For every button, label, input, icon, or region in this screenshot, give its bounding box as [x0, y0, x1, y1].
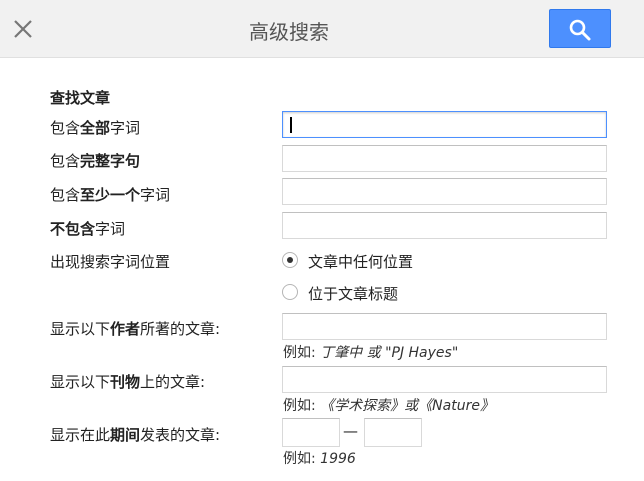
label-emphasis: 完整字句: [80, 152, 141, 170]
label-emphasis: 期间: [110, 426, 141, 444]
label-text: 字词: [95, 220, 126, 238]
exact-phrase-label: 包含完整字句: [50, 150, 140, 171]
without-words-label: 不包含字词: [50, 218, 125, 239]
section-title: 查找文章: [50, 89, 111, 107]
author-input[interactable]: [282, 313, 607, 340]
exact-phrase-input[interactable]: [282, 145, 607, 172]
date-hint: 例如: 1996: [283, 448, 356, 468]
hint-example: 《学术探索》或《Nature》: [320, 398, 494, 414]
label-text: 显示以下: [50, 373, 111, 391]
radio-anywhere[interactable]: [282, 252, 298, 268]
all-words-input[interactable]: [282, 111, 607, 138]
hint-prefix: 例如:: [283, 451, 316, 467]
publication-label: 显示以下刊物上的文章:: [50, 371, 205, 392]
label-emphasis: 刊物: [110, 373, 141, 391]
author-hint: 例如: 丁肇中 或 "PJ Hayes": [283, 342, 458, 362]
publication-input[interactable]: [282, 366, 607, 393]
search-button[interactable]: [549, 9, 611, 48]
radio-anywhere-label: 文章中任何位置: [308, 253, 414, 271]
hint-example: 丁肇中 或 "PJ Hayes": [320, 345, 459, 361]
label-text: 字词: [110, 119, 141, 137]
label-text: 所著的文章:: [140, 320, 221, 338]
label-text: 显示在此: [50, 426, 111, 444]
occurrence-label: 出现搜索字词位置: [50, 253, 171, 271]
label-emphasis: 全部: [80, 119, 111, 137]
label-emphasis: 作者: [110, 320, 141, 338]
author-label: 显示以下作者所著的文章:: [50, 318, 220, 339]
hint-example: 1996: [320, 451, 356, 467]
at-least-one-label: 包含至少一个字词: [50, 184, 170, 205]
label-text: 上的文章:: [140, 373, 206, 391]
page-title: 高级搜索: [249, 20, 329, 44]
hint-prefix: 例如:: [283, 345, 316, 361]
year-from-input[interactable]: [282, 418, 340, 447]
label-text: 包含: [50, 119, 81, 137]
year-to-input[interactable]: [364, 418, 422, 447]
hint-prefix: 例如:: [283, 398, 316, 414]
at-least-one-input[interactable]: [282, 178, 607, 205]
search-icon: [569, 19, 591, 41]
radio-title[interactable]: [282, 284, 298, 300]
label-text: 显示以下: [50, 320, 111, 338]
label-text: 字词: [140, 186, 171, 204]
all-words-label: 包含全部字词: [50, 117, 140, 138]
text-caret: [290, 117, 292, 133]
date-range-label: 显示在此期间发表的文章:: [50, 424, 220, 445]
label-emphasis: 不包含: [50, 220, 96, 238]
label-text: 发表的文章:: [140, 426, 221, 444]
without-words-input[interactable]: [282, 212, 607, 239]
publication-hint: 例如: 《学术探索》或《Nature》: [283, 395, 494, 415]
date-range-dash: —: [343, 422, 358, 440]
label-text: 包含: [50, 152, 81, 170]
header-bar: 高级搜索: [0, 0, 644, 58]
radio-title-label: 位于文章标题: [308, 285, 399, 303]
label-emphasis: 至少一个: [80, 186, 141, 204]
label-text: 包含: [50, 186, 81, 204]
